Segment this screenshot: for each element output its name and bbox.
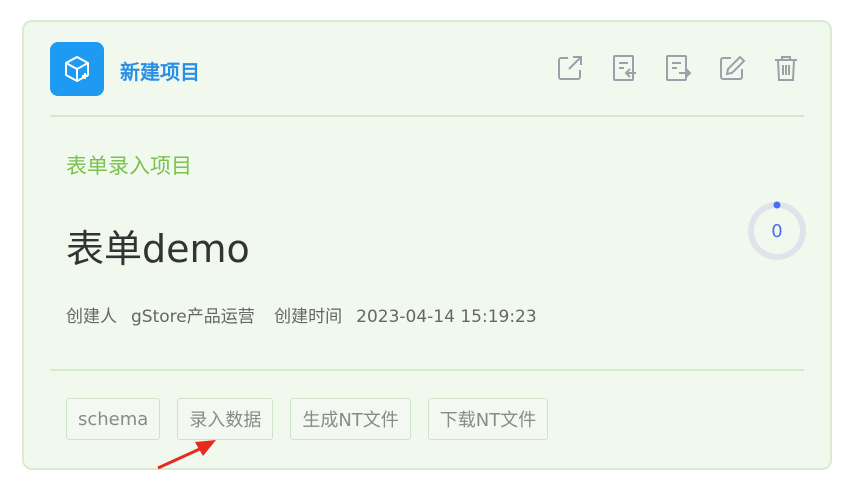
- project-card: 新建项目 表单录入项目 表单demo 0 创建人 gStore产品运营 创建时间…: [22, 20, 832, 470]
- annotation-arrow-icon: [157, 440, 216, 470]
- progress-ring: 0: [746, 200, 808, 262]
- progress-count: 0: [771, 220, 783, 242]
- generate-nt-button[interactable]: 生成NT文件: [290, 398, 411, 440]
- project-title: 表单demo: [66, 227, 250, 271]
- new-project-link[interactable]: 新建项目: [120, 56, 200, 85]
- import-icon[interactable]: [606, 50, 642, 86]
- card-header: 新建项目: [50, 42, 804, 96]
- cube-icon: [50, 42, 104, 96]
- created-time-label: 创建时间: [274, 307, 343, 327]
- delete-icon[interactable]: [768, 50, 804, 86]
- header-divider: [50, 115, 804, 117]
- project-type-label: 表单录入项目: [66, 154, 192, 178]
- share-icon[interactable]: [552, 50, 588, 86]
- footer-divider: [50, 369, 804, 371]
- header-actions: [552, 50, 804, 86]
- schema-button[interactable]: schema: [66, 398, 161, 440]
- project-meta: 创建人 gStore产品运营 创建时间 2023-04-14 15:19:23: [66, 302, 551, 327]
- created-time-value: 2023-04-14 15:19:23: [356, 307, 537, 327]
- edit-icon[interactable]: [714, 50, 750, 86]
- creator-value: gStore产品运营: [131, 307, 255, 327]
- card-actions: schema 录入数据 生成NT文件 下载NT文件: [66, 398, 549, 440]
- download-nt-button[interactable]: 下载NT文件: [427, 398, 549, 440]
- creator-label: 创建人: [66, 307, 117, 327]
- export-icon[interactable]: [660, 50, 696, 86]
